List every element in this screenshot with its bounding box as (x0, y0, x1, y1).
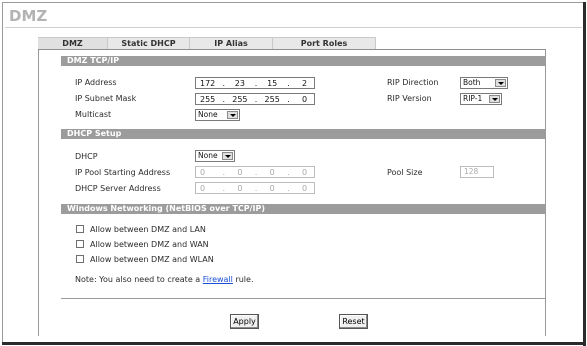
multicast-value: None (198, 110, 218, 119)
netbios-wlan-checkbox[interactable] (76, 255, 84, 263)
bottom-divider (61, 298, 545, 299)
subnet-mask-label: IP Subnet Mask (75, 94, 137, 103)
chevron-down-icon[interactable] (227, 111, 238, 119)
ip-address-label: IP Address (75, 78, 117, 87)
pool-octet-1[interactable]: 0 (196, 168, 217, 177)
tab-dmz[interactable]: DMZ (38, 37, 108, 49)
server-octet-1[interactable]: 0 (196, 184, 217, 193)
multicast-select[interactable]: None (195, 109, 240, 121)
dhcp-value: None (198, 151, 218, 160)
netbios-lan-checkbox[interactable] (76, 225, 84, 233)
ip-octet-2[interactable]: 23 (230, 79, 249, 88)
ip-address-input[interactable]: 172. 23. 15. 2 (195, 77, 315, 89)
frame-shadow-right (583, 2, 586, 346)
firewall-link[interactable]: Firewall (203, 275, 233, 284)
mask-octet-3[interactable]: 255 (263, 95, 282, 104)
tab-bar: DMZ Static DHCP IP Alias Port Roles (38, 37, 376, 49)
multicast-label: Multicast (75, 110, 112, 119)
rip-version-label: RIP Version (387, 94, 432, 103)
pool-octet-2[interactable]: 0 (230, 168, 249, 177)
pool-start-input[interactable]: 0. 0. 0. 0 (195, 166, 315, 178)
tab-static-dhcp[interactable]: Static DHCP (108, 37, 190, 49)
mask-octet-2[interactable]: 255 (230, 95, 249, 104)
subnet-mask-input[interactable]: 255. 255. 255. 0 (195, 93, 315, 105)
server-octet-4[interactable]: 0 (295, 184, 314, 193)
pool-size-label: Pool Size (387, 168, 423, 177)
pool-start-label: IP Pool Starting Address (75, 168, 171, 177)
tab-ip-alias[interactable]: IP Alias (190, 37, 273, 49)
tab-port-roles[interactable]: Port Roles (273, 37, 376, 49)
reset-button[interactable]: Reset (339, 314, 368, 329)
netbios-wlan-label: Allow between DMZ and WLAN (90, 255, 214, 264)
dhcp-select[interactable]: None (195, 150, 235, 162)
netbios-wan-label: Allow between DMZ and WAN (90, 240, 209, 249)
mask-octet-4[interactable]: 0 (295, 95, 314, 104)
section-header-dmz-tcpip: DMZ TCP/IP (61, 56, 545, 66)
mask-octet-1[interactable]: 255 (196, 95, 217, 104)
dhcp-server-label: DHCP Server Address (75, 184, 161, 193)
netbios-wan-checkbox[interactable] (76, 240, 84, 248)
rip-version-value: RIP-1 (463, 94, 483, 103)
firewall-note: Note: You also need to create a Firewall… (75, 275, 254, 284)
page-title: DMZ (9, 7, 48, 25)
ip-octet-1[interactable]: 172 (196, 79, 217, 88)
ip-octet-4[interactable]: 2 (295, 79, 314, 88)
rip-direction-select[interactable]: Both (460, 77, 508, 89)
chevron-down-icon[interactable] (222, 152, 233, 160)
pool-size-input[interactable]: 128 (460, 166, 494, 178)
server-octet-3[interactable]: 0 (263, 184, 282, 193)
frame-shadow-bottom (2, 342, 586, 345)
pool-octet-4[interactable]: 0 (295, 168, 314, 177)
section-header-netbios: Windows Networking (NetBIOS over TCP/IP) (61, 204, 545, 214)
note-suffix: rule. (232, 275, 254, 284)
chevron-down-icon[interactable] (495, 79, 506, 87)
pool-octet-3[interactable]: 0 (263, 168, 282, 177)
dhcp-server-input[interactable]: 0. 0. 0. 0 (195, 182, 315, 194)
netbios-lan-label: Allow between DMZ and LAN (90, 225, 206, 234)
chevron-down-icon[interactable] (489, 95, 500, 103)
rip-direction-value: Both (463, 78, 481, 87)
rip-version-select[interactable]: RIP-1 (460, 93, 502, 105)
ip-octet-3[interactable]: 15 (263, 79, 282, 88)
rip-direction-label: RIP Direction (387, 78, 439, 87)
title-divider (5, 27, 582, 28)
section-header-dhcp-setup: DHCP Setup (61, 129, 545, 139)
apply-button[interactable]: Apply (230, 314, 259, 329)
dhcp-label: DHCP (75, 152, 98, 161)
note-prefix: Note: You also need to create a (75, 275, 203, 284)
server-octet-2[interactable]: 0 (230, 184, 249, 193)
